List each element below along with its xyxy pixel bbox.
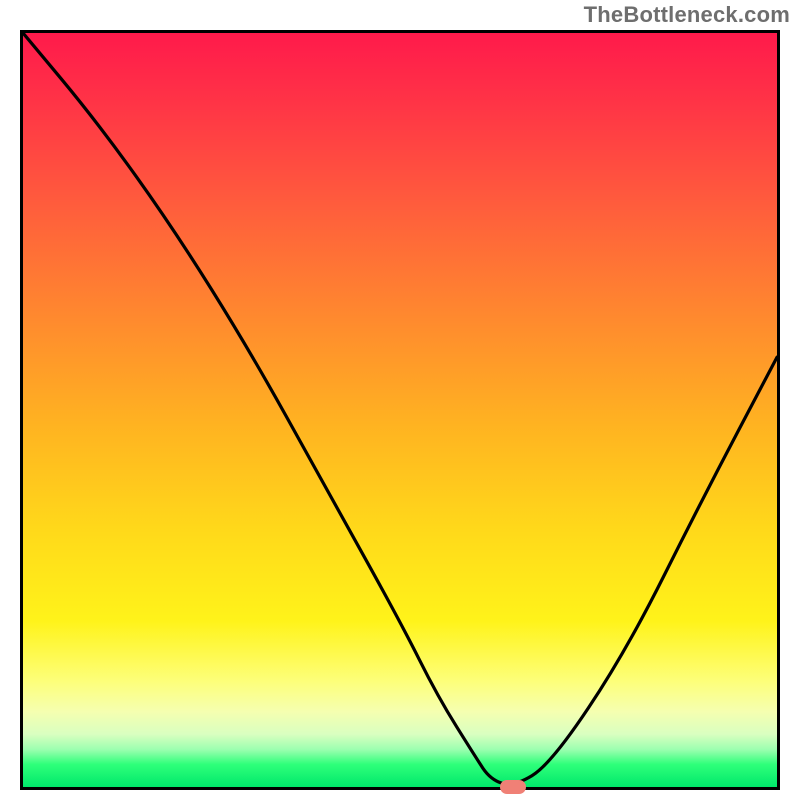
plot-area [23, 33, 777, 787]
watermark-text: TheBottleneck.com [584, 2, 790, 28]
bottleneck-curve [23, 33, 777, 787]
optimal-marker [500, 780, 526, 794]
chart-stage: TheBottleneck.com [0, 0, 800, 800]
chart-frame [20, 30, 780, 790]
